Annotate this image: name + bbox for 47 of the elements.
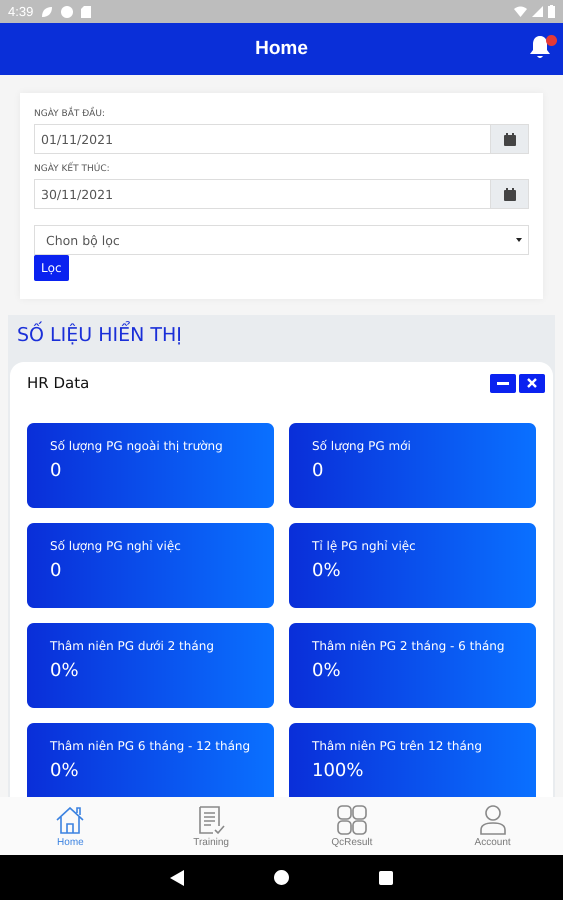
stat-value: 0: [312, 460, 324, 481]
stat-value: 0: [50, 460, 62, 481]
stat-value: 0%: [50, 760, 80, 781]
app-title: Home: [255, 38, 308, 60]
home-icon: [54, 804, 86, 836]
minus-icon: [497, 382, 509, 384]
nav-tab[interactable]: Training: [140, 797, 282, 855]
stat-label: Số lượng PG mới: [312, 439, 412, 453]
stat-value: 0: [50, 560, 62, 581]
caret-icon: [516, 238, 522, 242]
bell-icon[interactable]: [529, 35, 551, 59]
stat-label: Tỉ lệ PG nghỉ việc: [312, 539, 417, 553]
back-icon[interactable]: [170, 870, 184, 886]
section-title: SỐ LIỆU HIỂN THỊ: [8, 315, 555, 362]
filter-button[interactable]: Lọc: [34, 255, 69, 281]
stat-value: 0%: [50, 660, 80, 681]
leaf-icon: [41, 6, 54, 18]
stat-label: Thâm niên PG dưới 2 tháng: [50, 639, 215, 653]
stat-label: Thâm niên PG trên 12 tháng: [312, 739, 484, 753]
stat-label: Số lượng PG nghỉ việc: [50, 539, 182, 553]
wifi-icon: [514, 6, 527, 17]
close-icon: [527, 378, 537, 388]
nav-tab[interactable]: Home: [0, 797, 141, 855]
stat-label: Thâm niên PG 6 tháng - 12 tháng: [50, 739, 252, 753]
calendar-icon: [504, 132, 516, 146]
calendar-icon: [504, 188, 516, 200]
circle-icon: [61, 6, 74, 18]
signal-icon: [532, 6, 543, 17]
status-time: 4:39: [8, 4, 34, 19]
recents-icon[interactable]: [379, 870, 393, 884]
panel-title: HR Data: [27, 374, 90, 392]
stat-value: 0%: [312, 660, 342, 681]
home-circle-icon[interactable]: [274, 870, 289, 885]
battery-icon: [548, 5, 555, 18]
stat-label: Thâm niên PG 2 tháng - 6 tháng: [312, 639, 506, 653]
stat-value: 100%: [312, 760, 364, 781]
nav-tab[interactable]: QcResult: [282, 797, 422, 855]
filter-select[interactable]: Chon bộ lọc: [34, 225, 529, 255]
sd-card-icon: [81, 6, 92, 18]
close-button[interactable]: [519, 374, 545, 392]
minimize-button[interactable]: [490, 374, 516, 392]
stat-value: 0%: [312, 560, 342, 581]
field-label: NGÀY BẮT ĐẦU:: [34, 109, 529, 119]
grid-icon: [336, 804, 368, 836]
stat-label: Số lượng PG ngoài thị trường: [50, 439, 224, 453]
nav-tab[interactable]: Account: [422, 797, 563, 855]
field-label: NGÀY KẾT THÚC:: [34, 164, 529, 174]
